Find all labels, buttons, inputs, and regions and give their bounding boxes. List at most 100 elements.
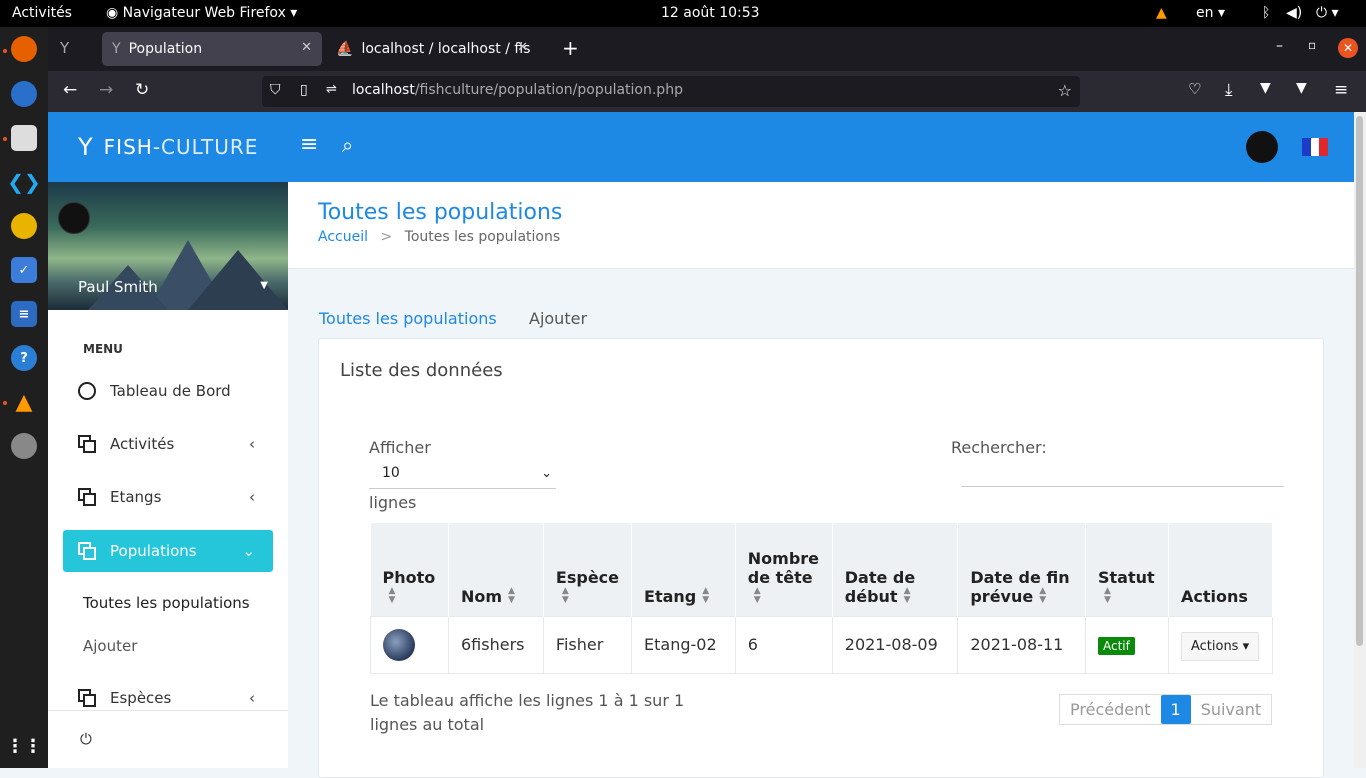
bookmark-star-icon[interactable]: ☆	[1058, 81, 1072, 100]
col-etang[interactable]: Etang ▲ ▼	[631, 523, 736, 616]
url-bar[interactable]: ⛉ ▯ ⇌ localhost/fishculture/population/p…	[262, 76, 1080, 107]
submenu-add[interactable]: Ajouter	[83, 637, 137, 655]
user-profile: Paul Smith ▼	[48, 182, 288, 310]
copy-icon	[78, 689, 96, 707]
search-label: Rechercher:	[951, 438, 1047, 457]
sidebar-item-dashboard[interactable]: Tableau de Bord	[63, 370, 273, 412]
tasks-icon[interactable]: ✓	[11, 257, 37, 283]
page-icon[interactable]: ▯	[300, 82, 308, 98]
col-photo[interactable]: Photo ▲ ▼	[370, 523, 449, 616]
vscode-icon[interactable]: ❮❯	[7, 169, 41, 195]
cell-nombre: 6	[734, 615, 833, 674]
show-apps-icon[interactable]: ⋮⋮	[6, 733, 42, 759]
search-icon[interactable]: ⌕	[342, 133, 353, 157]
tab-all-populations[interactable]: Toutes les populations	[319, 309, 497, 328]
copy-icon	[78, 435, 96, 453]
sort-icon: ▲ ▼	[702, 585, 710, 605]
user-name[interactable]: Paul Smith	[78, 278, 158, 296]
chevron-down-icon: ⌄	[541, 466, 552, 481]
tab-add[interactable]: Ajouter	[529, 309, 587, 328]
avatar[interactable]	[58, 202, 90, 234]
maximize-icon[interactable]: ▫	[1308, 38, 1316, 52]
caret-down-icon[interactable]: ▼	[260, 280, 268, 291]
table-row: 6fishers Fisher Etang-02 6 2021-08-09 20…	[370, 615, 1274, 674]
close-tab-icon[interactable]: ✕	[301, 40, 312, 55]
vlc-icon[interactable]: ▲	[11, 389, 37, 415]
col-nom[interactable]: Nom ▲ ▼	[448, 523, 544, 616]
shield-icon[interactable]: ⛉	[270, 82, 281, 98]
col-nombre[interactable]: Nombre de tête ▲ ▼	[735, 523, 833, 616]
page-header: Toutes les populations Accueil > Toutes …	[288, 182, 1354, 269]
tab-population[interactable]: Y Population ✕	[102, 32, 322, 66]
extension-icon[interactable]: ▼	[1296, 80, 1307, 96]
submenu-all-populations[interactable]: Toutes les populations	[83, 594, 250, 612]
help-icon[interactable]: ?	[11, 345, 37, 371]
rhythmbox-icon[interactable]	[11, 213, 37, 239]
fishculture-favicon-icon[interactable]: Y	[60, 39, 69, 57]
show-label: Afficher	[369, 438, 431, 457]
bluetooth-icon[interactable]: ᛒ	[1262, 5, 1270, 21]
tab-phpmyadmin[interactable]: ⛵ localhost / localhost / fish ✕	[326, 32, 538, 66]
search-input[interactable]	[961, 463, 1284, 487]
sidebar-item-populations[interactable]: Populations ⌄	[63, 530, 273, 572]
files-icon[interactable]	[11, 125, 37, 151]
sort-icon: ▲ ▼	[508, 585, 515, 605]
table-info: Le tableau affiche les lignes 1 à 1 sur …	[370, 691, 685, 734]
volume-icon[interactable]: ◀)	[1286, 5, 1302, 21]
col-fin[interactable]: Date de fin prévue ▲ ▼	[957, 523, 1086, 616]
col-debut[interactable]: Date de début ▲ ▼	[832, 523, 959, 616]
reload-icon[interactable]: ↻	[135, 80, 149, 100]
thunderbird-icon[interactable]	[11, 81, 37, 107]
writer-icon[interactable]: ≡	[11, 301, 37, 327]
logout-power-icon[interactable]: ⏻	[80, 730, 92, 748]
next-button[interactable]: Suivant	[1191, 695, 1271, 724]
clock[interactable]: 12 août 10:53	[661, 5, 760, 21]
french-flag-icon[interactable]	[1302, 138, 1329, 156]
cell-actions: Actions ▾	[1167, 615, 1274, 674]
back-icon[interactable]: ←	[63, 80, 77, 100]
extension-icon[interactable]: ▼	[1260, 80, 1271, 96]
vlc-tray-icon[interactable]: ▲	[1156, 5, 1167, 21]
activities-button[interactable]: Activités	[12, 5, 72, 21]
close-tab-icon[interactable]: ✕	[517, 40, 528, 55]
header-avatar[interactable]	[1246, 131, 1278, 163]
page-length-select[interactable]: 10 ⌄	[369, 461, 556, 489]
population-photo[interactable]	[383, 628, 415, 661]
col-espece[interactable]: Espèce ▲ ▼	[543, 523, 633, 616]
downloads-icon[interactable]: ⤓	[1225, 80, 1233, 100]
disk-icon[interactable]	[11, 433, 37, 459]
cell-fin: 2021-08-11	[957, 615, 1086, 674]
sidebar-item-activites[interactable]: Activités ‹	[63, 423, 273, 465]
dashboard-icon	[78, 382, 96, 400]
logo-rest: -CULTURE	[152, 135, 259, 159]
minimize-icon[interactable]: –	[1276, 38, 1283, 54]
page-length-value: 10	[382, 465, 400, 481]
breadcrumb-home[interactable]: Accueil	[318, 229, 368, 245]
col-statut[interactable]: Statut ▲ ▼	[1085, 523, 1169, 616]
power-menu-icon[interactable]: ⏻ ▾	[1316, 5, 1339, 21]
actions-dropdown-button[interactable]: Actions ▾	[1180, 632, 1260, 661]
page-scrollbar[interactable]	[1354, 112, 1366, 768]
permissions-icon[interactable]: ⇌	[326, 82, 337, 97]
pocket-icon[interactable]: ♡	[1188, 80, 1201, 98]
col-actions: Actions	[1168, 523, 1274, 616]
app-menu[interactable]: ◉ Navigateur Web Firefox ▾	[106, 5, 297, 21]
chevron-left-icon: ‹	[249, 488, 255, 506]
sort-icon: ▲ ▼	[903, 585, 911, 605]
forward-icon[interactable]: →	[99, 80, 113, 100]
populations-table: Photo ▲ ▼ Nom ▲ ▼ Espèce ▲ ▼ Etang ▲ ▼ Nombre de…	[370, 523, 1274, 674]
new-tab-icon[interactable]: +	[562, 36, 579, 60]
previous-button[interactable]: Précédent	[1060, 695, 1161, 724]
sort-icon: ▲ ▼	[753, 585, 761, 605]
firefox-icon[interactable]	[11, 36, 37, 62]
sidebar-item-etangs[interactable]: Etangs ‹	[63, 476, 273, 518]
language-indicator[interactable]: en ▾	[1196, 5, 1225, 21]
app-logo[interactable]: Y FISH -CULTURE	[48, 112, 288, 182]
ubuntu-dock: ❮❯ ✓ ≡ ? ▲ ⋮⋮	[0, 27, 48, 768]
hamburger-menu-icon[interactable]: ≡	[1334, 80, 1348, 100]
sidebar-item-especes[interactable]: Espèces ‹	[63, 677, 273, 719]
hamburger-icon[interactable]: ≡	[300, 132, 318, 157]
page-button[interactable]: 1	[1160, 695, 1191, 724]
close-window-icon[interactable]: ✕	[1338, 38, 1358, 58]
app-name: Navigateur Web Firefox	[122, 5, 286, 21]
